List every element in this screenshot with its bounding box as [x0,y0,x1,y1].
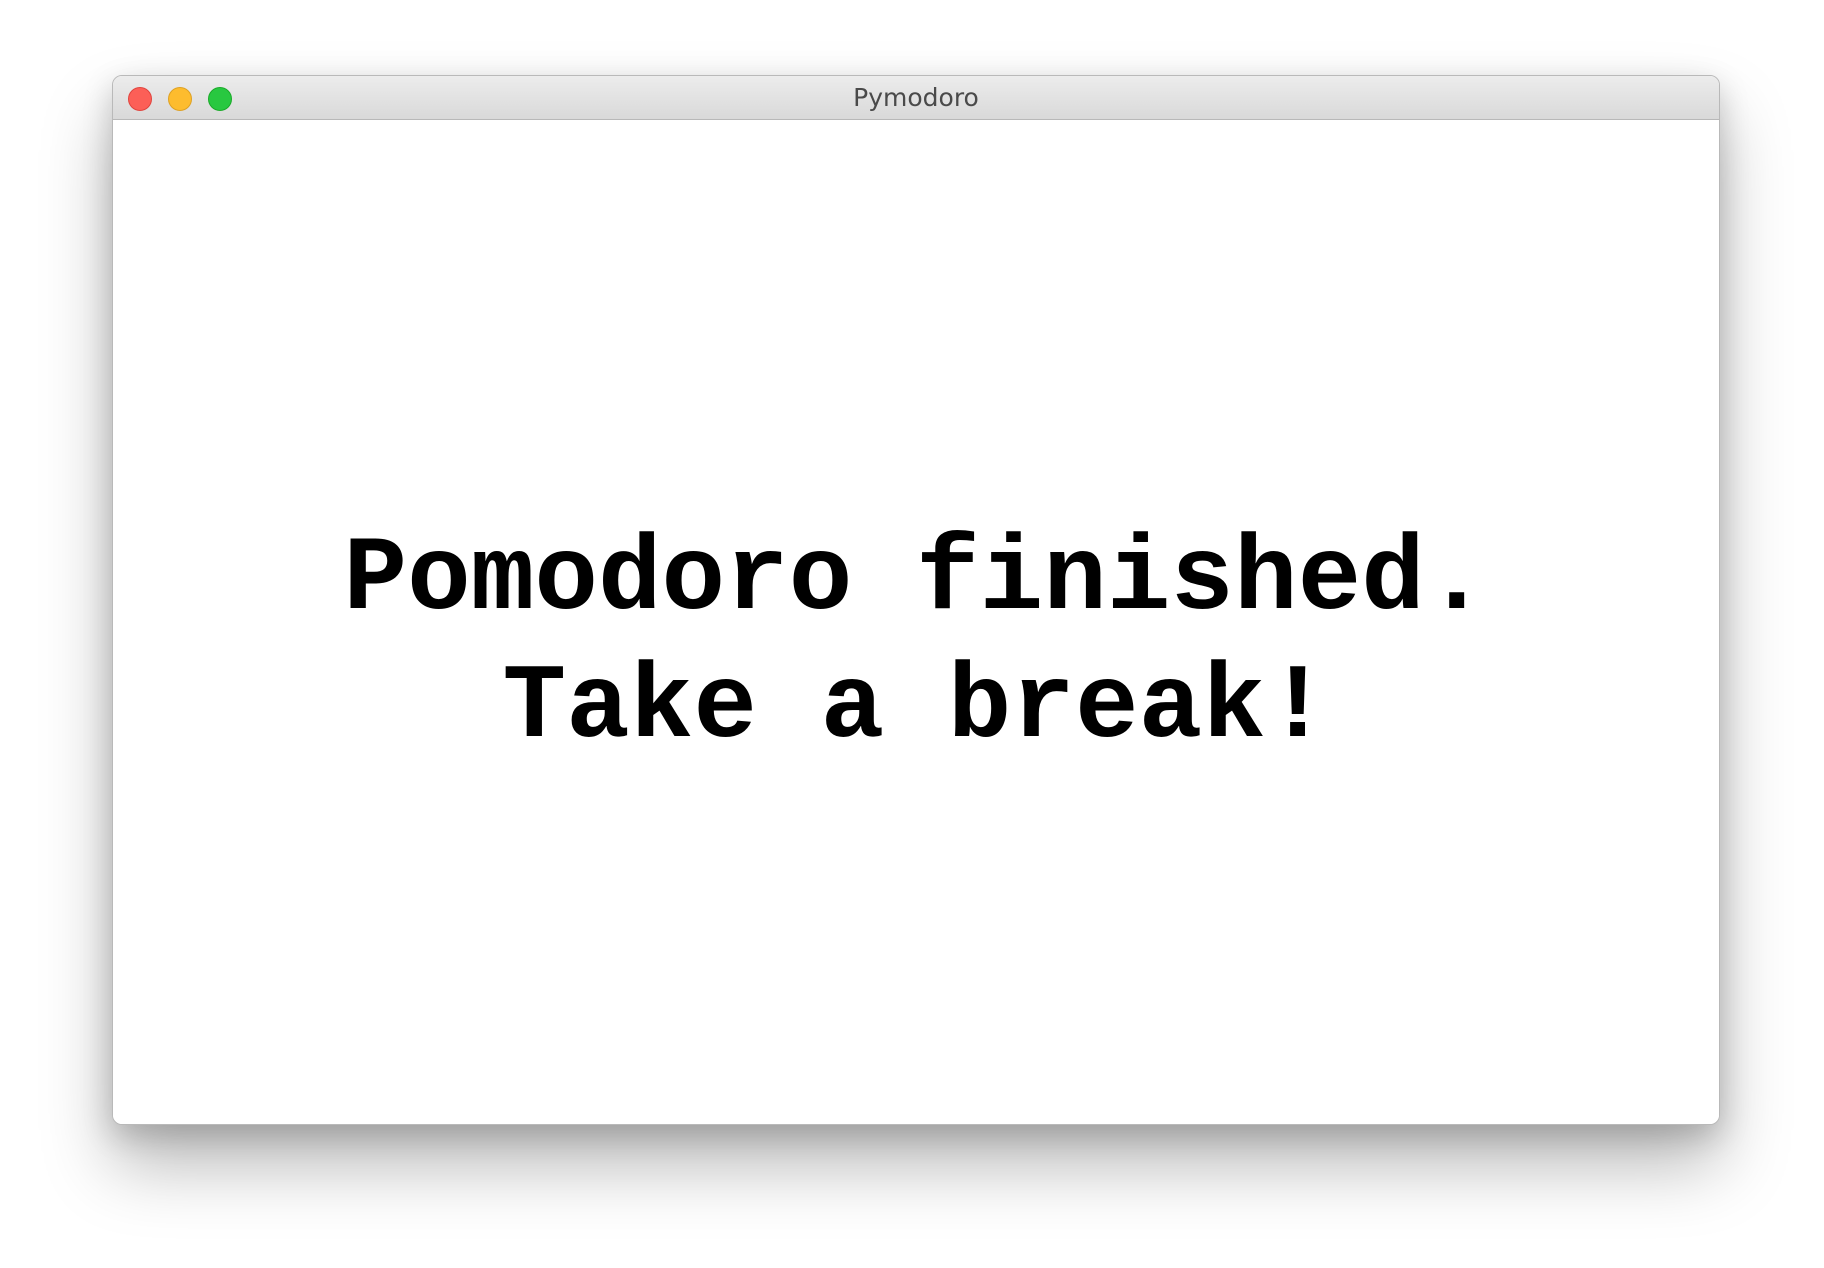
app-window: Pymodoro Pomodoro finished. Take a break… [112,75,1720,1125]
window-title: Pymodoro [853,83,979,112]
status-message: Pomodoro finished. Take a break! [113,516,1719,772]
title-bar[interactable]: Pymodoro [113,76,1719,120]
message-line-1: Pomodoro finished. [343,520,1489,640]
message-line-2: Take a break! [502,648,1330,768]
main-content: Pomodoro finished. Take a break! [113,120,1719,1124]
